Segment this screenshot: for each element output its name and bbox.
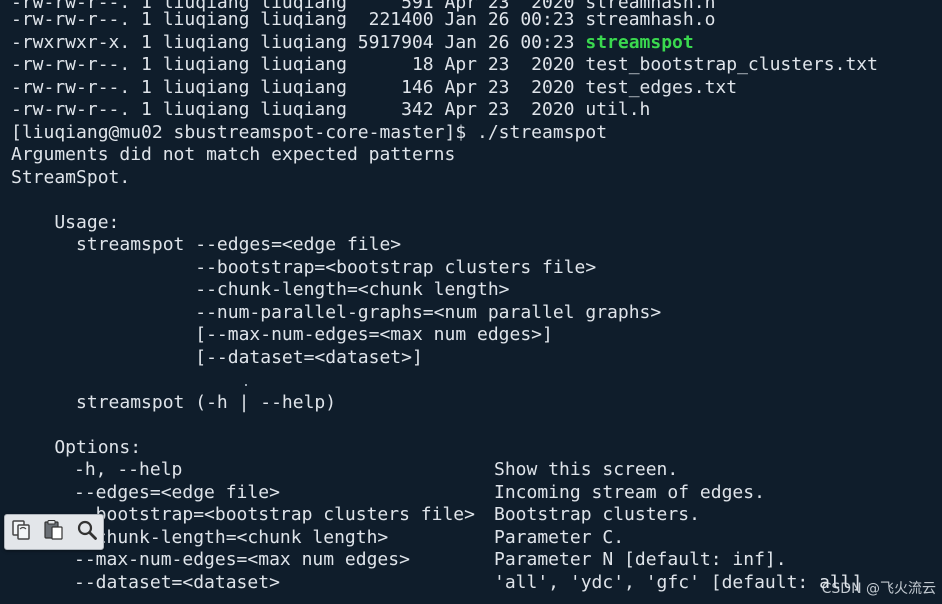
terminal-window[interactable]: -rw-rw-r--. 1 liuqiang liuqiang 591 Apr … — [0, 0, 942, 604]
option-description: Incoming stream of edges. — [494, 481, 765, 503]
option-description: Show this screen. — [494, 459, 679, 480]
option-description: Parameter N [default: inf]. — [494, 549, 787, 570]
paste-icon — [43, 519, 65, 546]
option-description: Parameter C. — [494, 526, 625, 548]
options-heading: Options: — [11, 436, 142, 458]
usage-line: --num-parallel-graphs=<num parallel grap… — [11, 301, 662, 323]
search-icon — [76, 519, 98, 546]
paste-button[interactable] — [40, 518, 68, 546]
csdn-watermark: CSDN @飞火流云 — [821, 581, 936, 597]
option-description: 'all', 'ydc', 'gfc' [default: all] — [494, 571, 863, 593]
usage-heading: Usage: — [11, 211, 120, 233]
error-message: Arguments did not match expected pattern… — [11, 144, 456, 165]
executable-file-name: streamspot — [585, 31, 694, 53]
terminal-line: -rw-rw-r--. 1 liuqiang liuqiang 146 Apr … — [11, 76, 738, 98]
command-prompt-line: [liuqiang@mu02 sbustreamspot-core-master… — [11, 121, 608, 143]
usage-help-line: streamspot (-h | --help) — [11, 391, 337, 413]
usage-line: --bootstrap=<bootstrap clusters file> — [11, 256, 597, 278]
mouse-cursor-dot — [245, 384, 247, 386]
option-flag: -h, --help — [74, 459, 183, 480]
copy-icon — [10, 519, 32, 546]
floating-toolbar — [4, 514, 104, 550]
terminal-line: -rw-rw-r--. 1 liuqiang liuqiang 342 Apr … — [11, 99, 651, 120]
option-flag: --dataset=<dataset> — [74, 571, 280, 593]
program-name: StreamSpot. — [11, 166, 131, 188]
file-listing-prefix: -rwxrwxr-x. 1 liuqiang liuqiang 5917904 … — [11, 31, 586, 53]
option-flag: --bootstrap=<bootstrap clusters file> — [74, 504, 475, 525]
option-flag: --edges=<edge file> — [74, 481, 280, 503]
option-flag: --chunk-length=<chunk length> — [74, 526, 389, 548]
usage-line: streamspot --edges=<edge file> — [11, 234, 402, 255]
usage-line: [--max-num-edges=<max num edges>] — [11, 324, 553, 345]
option-flag: --max-num-edges=<max num edges> — [74, 549, 410, 570]
terminal-line-executable: -rwxrwxr-x. 1 liuqiang liuqiang 5917904 … — [11, 32, 694, 55]
search-button[interactable] — [73, 518, 101, 546]
terminal-line: -rw-rw-r--. 1 liuqiang liuqiang 18 Apr 2… — [11, 54, 878, 75]
terminal-line: -rw-rw-r--. 1 liuqiang liuqiang 221400 J… — [11, 9, 716, 30]
usage-line: --chunk-length=<chunk length> — [11, 279, 510, 300]
option-description: Bootstrap clusters. — [494, 504, 700, 525]
copy-button[interactable] — [7, 518, 35, 546]
usage-line: [--dataset=<dataset>] — [11, 346, 423, 368]
